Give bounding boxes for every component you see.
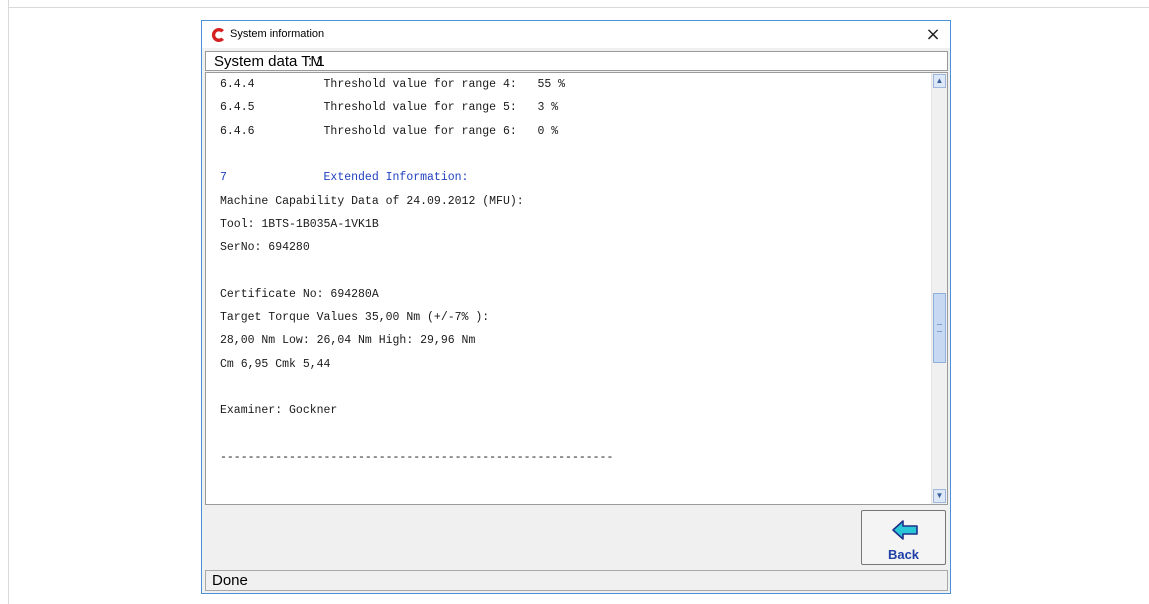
info-line: Examiner: Gockner: [220, 404, 338, 418]
status-text: Done: [212, 572, 248, 589]
info-line: Tool: 1BTS-1B035A-1VK1B: [220, 217, 379, 231]
back-button-label: Back: [887, 547, 920, 562]
info-text-panel[interactable]: 6.4.4 Threshold value for range 4: 55 % 6…: [205, 72, 948, 505]
status-bar: Done: [205, 570, 948, 591]
system-information-dialog: System information × System data TM : 1 …: [201, 20, 951, 594]
info-line: 6.4.4 Threshold value for range 4: 55 %: [220, 78, 566, 91]
window-title: System information: [230, 28, 325, 40]
info-text-area[interactable]: 6.4.4 Threshold value for range 4: 55 % 6…: [206, 73, 931, 504]
vertical-scrollbar[interactable]: ▲ ▼: [931, 73, 947, 504]
info-line: ----------------------------------------…: [220, 450, 614, 464]
title-bar[interactable]: System information ×: [202, 21, 950, 48]
scroll-thumb[interactable]: [933, 292, 946, 363]
arrow-left-icon: [892, 520, 918, 540]
info-line: SerNo: 694280: [220, 241, 310, 255]
page-edge: [8, 7, 1149, 8]
page-edge: [8, 0, 9, 604]
scroll-down-button[interactable]: ▼: [933, 489, 946, 503]
scroll-up-button[interactable]: ▲: [933, 74, 946, 88]
close-button[interactable]: ×: [916, 21, 950, 48]
info-line: 7 Extended Information:: [220, 171, 469, 185]
info-line: Cm 6,95 Cmk 5,44: [220, 357, 331, 371]
info-line: Target Torque Values 35,00 Nm (+/-7% ):: [220, 311, 490, 324]
header-bar: System data TM : 1: [205, 51, 948, 71]
info-line: Certificate No: 694280A: [220, 287, 379, 301]
info-line: 6.4.5 Threshold value for range 5: 3 %: [220, 101, 559, 115]
info-line: 28,00 Nm Low: 26,04 Nm High: 29,96 Nm: [220, 334, 476, 348]
back-button[interactable]: Back: [861, 510, 946, 565]
scroll-grip-icon: [937, 323, 942, 332]
header-value: : 1: [308, 53, 325, 70]
header-label: System data TM: [214, 53, 323, 70]
info-line: 6.4.6 Threshold value for range 6: 0 %: [220, 124, 559, 138]
app-c-logo-icon: [211, 28, 224, 42]
info-line: Machine Capability Data of 24.09.2012 (M…: [220, 194, 524, 208]
